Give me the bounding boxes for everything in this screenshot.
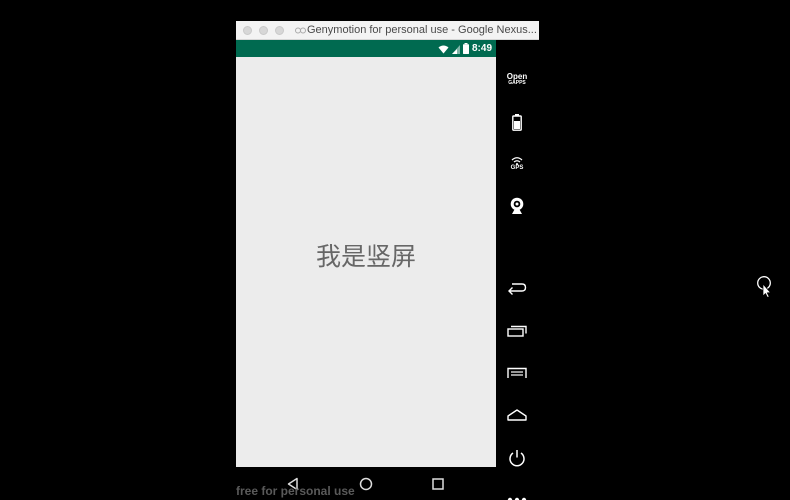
android-status-bar: 8:49 <box>236 40 496 57</box>
cursor-icon <box>757 276 771 298</box>
emulator-toolbar: Open GAPPS GPS <box>496 40 539 500</box>
genymotion-logo-icon <box>295 26 306 35</box>
app-content[interactable]: 我是竖屏 <box>236 57 496 467</box>
webcam-button[interactable] <box>502 193 532 219</box>
more-button[interactable] <box>502 487 532 500</box>
signal-icon <box>451 39 460 58</box>
minimize-window-button[interactable] <box>259 26 268 35</box>
open-gapps-button[interactable]: Open GAPPS <box>502 67 532 93</box>
gps-label: GPS <box>510 165 524 171</box>
battery-icon <box>462 39 469 58</box>
wifi-icon <box>438 39 449 58</box>
toolbar-menu-button[interactable] <box>502 360 532 386</box>
camera-icon <box>510 197 524 214</box>
toolbar-back-button[interactable] <box>502 275 532 301</box>
center-text: 我是竖屏 <box>315 242 416 271</box>
recents-icon <box>507 325 527 337</box>
emulator-window: Genymotion for personal use - Google Nex… <box>236 21 539 500</box>
power-button[interactable] <box>502 445 532 471</box>
zoom-window-button[interactable] <box>275 26 284 35</box>
personal-use-watermark: free for personal use <box>236 484 355 498</box>
open-gapps-icon: Open GAPPS <box>506 72 528 87</box>
status-time: 8:49 <box>471 43 492 54</box>
close-window-button[interactable] <box>243 26 252 35</box>
home-icon <box>507 409 527 421</box>
toolbar-home-button[interactable] <box>502 402 532 428</box>
gps-button[interactable]: GPS <box>502 151 532 177</box>
desktop: Genymotion for personal use - Google Nex… <box>0 0 790 500</box>
battery-button[interactable] <box>502 109 532 135</box>
title-bar: Genymotion for personal use - Google Nex… <box>236 21 539 40</box>
gps-icon: GPS <box>510 157 524 171</box>
toolbar-recents-button[interactable] <box>502 318 532 344</box>
back-icon <box>508 283 527 295</box>
mouse-cursor <box>756 276 774 298</box>
window-title: Genymotion for personal use - Google Nex… <box>307 24 537 36</box>
menu-icon <box>507 367 527 378</box>
battery-icon <box>512 113 522 131</box>
power-icon <box>509 450 525 467</box>
